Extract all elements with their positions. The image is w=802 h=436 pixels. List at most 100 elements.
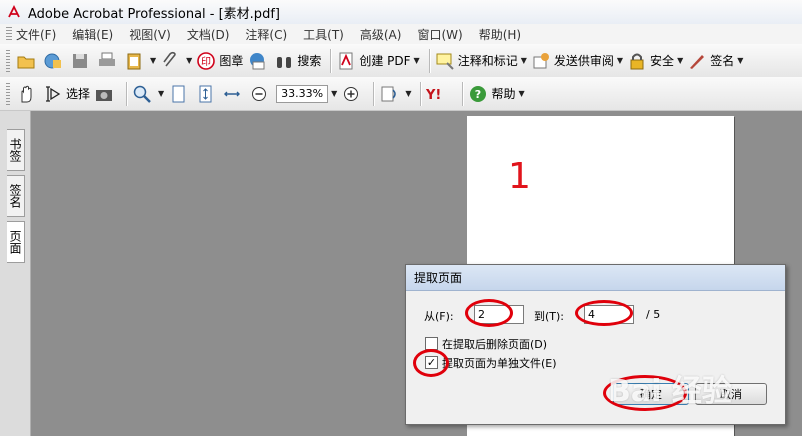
to-label: 到(T): bbox=[534, 310, 565, 323]
paperclip-icon bbox=[163, 51, 176, 66]
separate-files-label: 提取页面为单独文件(E) bbox=[442, 357, 557, 370]
security-button[interactable]: 安全 ▼ bbox=[627, 48, 683, 74]
from-label: 从(F): bbox=[424, 310, 454, 323]
toolbar-separator bbox=[126, 81, 128, 106]
snapshot-button[interactable] bbox=[94, 81, 117, 107]
create-pdf-label: 创建 PDF bbox=[359, 54, 411, 68]
menu-advanced[interactable]: 高级(A) bbox=[360, 26, 402, 43]
save-disk-icon bbox=[73, 53, 87, 68]
menu-file[interactable]: 文件(F) bbox=[16, 26, 56, 43]
menu-edit[interactable]: 编辑(E) bbox=[72, 26, 113, 43]
menu-tools[interactable]: 工具(T) bbox=[303, 26, 344, 43]
select-tool-button[interactable]: 选择 bbox=[43, 81, 90, 107]
delete-after-checkbox[interactable] bbox=[425, 337, 438, 350]
sign-button[interactable]: 签名 ▼ bbox=[687, 48, 743, 74]
acrobat-icon bbox=[8, 4, 20, 18]
menu-comments[interactable]: 注释(C) bbox=[245, 26, 287, 43]
svg-text:Y!: Y! bbox=[426, 88, 441, 103]
dialog-title: 提取页面 bbox=[406, 265, 785, 291]
tasks-button[interactable]: ▼ bbox=[124, 48, 156, 74]
organizer-icon bbox=[44, 53, 61, 68]
email-globe-icon bbox=[250, 52, 265, 69]
email-button[interactable] bbox=[247, 48, 270, 74]
search-button[interactable]: 搜索 bbox=[274, 48, 321, 74]
page-icon bbox=[172, 85, 185, 102]
delete-after-label: 在提取后删除页面(D) bbox=[442, 338, 548, 351]
attach-button[interactable]: ▼ bbox=[160, 48, 192, 74]
help-button[interactable]: ? 帮助 ▼ bbox=[468, 81, 525, 107]
create-pdf-icon bbox=[339, 52, 353, 69]
zoom-in-icon bbox=[344, 86, 359, 101]
zoom-in-tool-button[interactable]: ▼ bbox=[132, 81, 164, 107]
tab-bookmarks[interactable]: 书签 bbox=[7, 129, 25, 171]
zoom-level-select[interactable]: 33.33% ▼ bbox=[276, 81, 337, 107]
stamp-button[interactable]: 印 图章 bbox=[196, 48, 243, 74]
rotate-button[interactable]: ▼ bbox=[379, 81, 411, 107]
toolbar-separator bbox=[428, 48, 430, 73]
rotate-page-icon bbox=[381, 86, 397, 101]
from-page-input[interactable]: 2 bbox=[474, 305, 524, 324]
hand-icon bbox=[21, 85, 32, 102]
sign-label: 签名 bbox=[710, 54, 735, 68]
menu-document[interactable]: 文档(D) bbox=[187, 26, 230, 43]
yahoo-button[interactable]: Y! bbox=[426, 81, 453, 107]
page-number: 1 bbox=[508, 156, 531, 197]
svg-text:印: 印 bbox=[201, 56, 211, 68]
comment-icon bbox=[436, 53, 454, 70]
binoculars-icon bbox=[277, 56, 292, 68]
watermark: Bai 经验 bbox=[608, 374, 732, 409]
send-review-label: 发送供审阅 bbox=[553, 54, 614, 68]
magnifier-icon bbox=[133, 85, 151, 103]
yahoo-icon: Y! bbox=[426, 88, 441, 103]
zoom-level-field[interactable]: 33.33% bbox=[276, 84, 329, 103]
actual-size-button[interactable] bbox=[168, 81, 191, 107]
menu-view[interactable]: 视图(V) bbox=[129, 26, 171, 43]
toolbar-separator bbox=[420, 81, 422, 106]
printer-icon bbox=[99, 52, 115, 66]
send-review-button[interactable]: 发送供审阅 ▼ bbox=[531, 48, 623, 74]
to-page-input[interactable]: 4 bbox=[584, 305, 634, 324]
toolbar-grip bbox=[6, 82, 10, 105]
clipboard-icon bbox=[127, 53, 141, 69]
tab-pages[interactable]: 页面 bbox=[7, 221, 25, 263]
camera-icon bbox=[96, 89, 113, 101]
text-cursor-icon bbox=[46, 85, 61, 102]
navigation-sidebar: 书签 签名 页面 bbox=[0, 111, 31, 436]
fit-page-button[interactable] bbox=[195, 81, 218, 107]
zoom-out-icon bbox=[252, 86, 267, 101]
fit-width-button[interactable] bbox=[222, 81, 245, 107]
toolbar-separator bbox=[373, 81, 375, 106]
save-button[interactable] bbox=[70, 48, 93, 74]
toolbar-separator bbox=[330, 48, 332, 73]
comment-markup-label: 注释和标记 bbox=[457, 54, 518, 68]
svg-text:?: ? bbox=[475, 88, 481, 101]
security-label: 安全 bbox=[650, 54, 675, 68]
title-bar: Adobe Acrobat Professional - [素材.pdf] bbox=[0, 0, 802, 24]
toolbar-separator bbox=[462, 81, 464, 106]
menu-window[interactable]: 窗口(W) bbox=[417, 26, 462, 43]
print-button[interactable] bbox=[97, 48, 120, 74]
organizer-button[interactable] bbox=[43, 48, 66, 74]
tab-signatures[interactable]: 签名 bbox=[7, 175, 25, 217]
menu-grip bbox=[6, 27, 12, 41]
zoom-out-button[interactable] bbox=[249, 81, 272, 107]
view-toolbar: 选择 ▼ 33.33% ▼ ▼ Y! ? 帮助 ▼ bbox=[0, 77, 802, 111]
stamp-label: 图章 bbox=[219, 54, 244, 68]
main-toolbar: ▼ ▼ 印 图章 搜索 创建 PDF ▼ 注释和标记 ▼ 发送供审阅 ▼ 安全 … bbox=[0, 44, 802, 78]
hand-tool-button[interactable] bbox=[16, 81, 39, 107]
comment-markup-button[interactable]: 注释和标记 ▼ bbox=[435, 48, 527, 74]
help-label: 帮助 bbox=[491, 87, 516, 101]
zoom-in-button[interactable] bbox=[341, 81, 364, 107]
menu-help[interactable]: 帮助(H) bbox=[479, 26, 521, 43]
open-button[interactable] bbox=[16, 48, 39, 74]
create-pdf-button[interactable]: 创建 PDF ▼ bbox=[336, 48, 420, 74]
menu-bar: 文件(F) 编辑(E) 视图(V) 文档(D) 注释(C) 工具(T) 高级(A… bbox=[0, 24, 802, 44]
help-icon: ? bbox=[470, 85, 487, 102]
toolbar-grip bbox=[6, 49, 10, 72]
fit-page-icon bbox=[199, 85, 212, 102]
pen-icon bbox=[690, 54, 705, 69]
select-label: 选择 bbox=[66, 87, 91, 101]
separate-files-checkbox[interactable]: ✓ bbox=[425, 356, 438, 369]
search-label: 搜索 bbox=[297, 54, 322, 68]
fit-width-icon bbox=[224, 91, 241, 96]
